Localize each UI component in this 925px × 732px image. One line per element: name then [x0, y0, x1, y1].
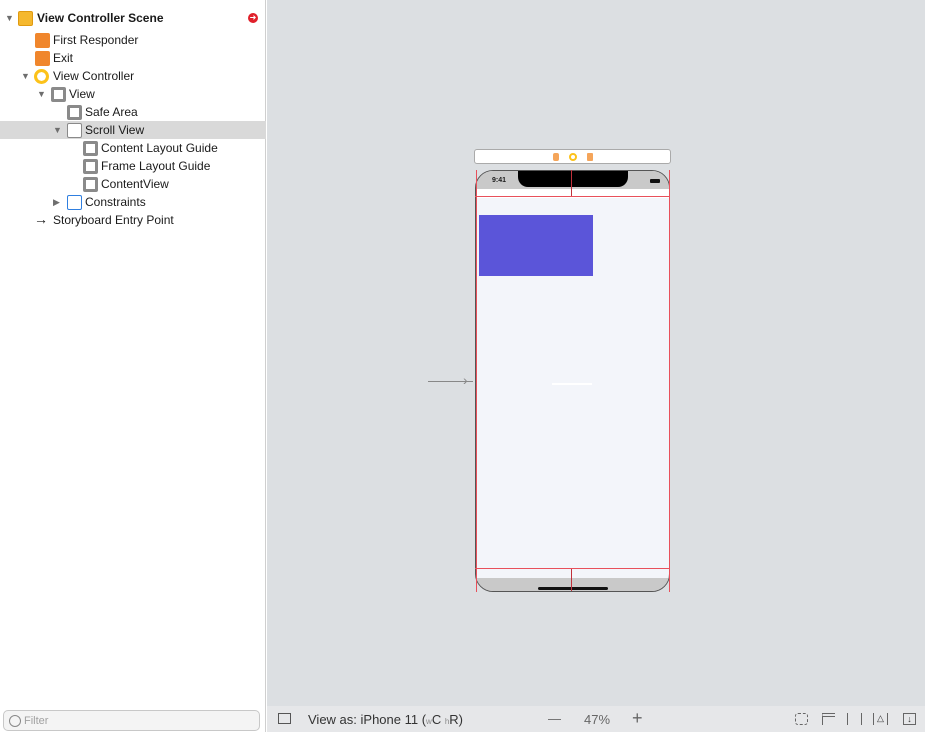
filter-placeholder: Filter: [24, 714, 49, 727]
toggle-outline-icon[interactable]: [278, 713, 291, 724]
item-label: View: [69, 87, 95, 101]
scene-label: View Controller Scene: [37, 11, 164, 25]
document-outline: ▼ View Controller Scene ➜ First Responde…: [0, 0, 266, 732]
layout-guide-icon: [83, 140, 98, 156]
outline-item-view[interactable]: ▼ View: [0, 85, 266, 103]
constraint-leading[interactable]: [476, 170, 477, 592]
outline-item-first-responder[interactable]: First Responder: [0, 31, 266, 49]
disclosure-triangle-icon[interactable]: ▼: [37, 89, 46, 99]
view-as-label: View as: iPhone 11 (: [308, 712, 427, 727]
constraints-icon: [67, 194, 82, 210]
first-responder-icon: [35, 32, 50, 48]
exit-icon: [35, 50, 50, 66]
outline-item-safe-area[interactable]: Safe Area: [0, 103, 266, 121]
embed-in-icon[interactable]: ↓: [903, 713, 916, 725]
zoom-level: 47%: [584, 712, 611, 727]
item-label: First Responder: [53, 33, 139, 47]
view-icon: [51, 86, 66, 102]
item-label: Scroll View: [85, 123, 145, 137]
align-icon[interactable]: [822, 713, 835, 725]
iphone-frame[interactable]: 9:41: [475, 170, 670, 592]
scene-dock[interactable]: [474, 149, 671, 164]
outline-item-view-controller[interactable]: ▼ View Controller: [0, 67, 266, 85]
item-label: ContentView: [101, 177, 169, 191]
wc-label: C: [431, 712, 442, 727]
constraint-trailing[interactable]: [669, 170, 670, 592]
constraint-bottom[interactable]: [571, 569, 572, 591]
arrow-head-icon: ›: [463, 372, 468, 388]
filter-icon: [9, 715, 21, 727]
content-view[interactable]: [479, 215, 593, 276]
outline-item-exit[interactable]: Exit: [0, 49, 266, 67]
first-responder-icon[interactable]: [553, 153, 559, 161]
status-time: 9:41: [492, 177, 507, 184]
scroll-view-icon: [67, 122, 82, 138]
home-indicator: [538, 587, 608, 590]
outline-item-content-layout-guide[interactable]: Content Layout Guide: [0, 139, 266, 157]
disclosure-triangle-icon[interactable]: ▶: [53, 197, 60, 208]
layout-guide-icon: [83, 158, 98, 174]
hr-label: R): [449, 712, 464, 727]
outline-item-frame-layout-guide[interactable]: Frame Layout Guide: [0, 157, 266, 175]
constraint-top[interactable]: [571, 170, 572, 196]
view-icon: [83, 176, 98, 192]
canvas-bottom-bar: View as: iPhone 11 (wC hR) — 47% + △ ↓: [267, 706, 925, 732]
outline-item-contentview[interactable]: ContentView: [0, 175, 266, 193]
outline-item-scroll-view[interactable]: ▼ Scroll View: [0, 121, 266, 139]
storyboard-canvas[interactable]: › 9:41: [267, 0, 925, 706]
outline-item-constraints[interactable]: ▶ Constraints: [0, 193, 266, 211]
filter-input[interactable]: Filter: [3, 710, 260, 731]
outline-item-storyboard-entry-point[interactable]: → Storyboard Entry Point: [0, 211, 266, 229]
layout-guide-icon: [67, 104, 82, 120]
view-controller-icon[interactable]: [569, 153, 577, 161]
disclosure-triangle-icon[interactable]: ▼: [5, 13, 14, 23]
add-constraints-icon[interactable]: [847, 713, 862, 725]
outline-scene[interactable]: ▼ View Controller Scene ➜: [0, 9, 266, 27]
item-label: Exit: [53, 51, 74, 65]
arrow-right-icon: →: [34, 211, 48, 227]
safe-area-top-line: [475, 196, 670, 197]
safe-area-bottom-line: [475, 568, 670, 569]
update-frames-icon[interactable]: [795, 713, 808, 725]
item-label: Content Layout Guide: [101, 141, 218, 155]
zoom-out-button[interactable]: —: [548, 711, 561, 726]
item-label: View Controller: [53, 69, 135, 83]
error-arrow-icon[interactable]: ➜: [248, 13, 258, 23]
disclosure-triangle-icon[interactable]: ▼: [21, 71, 30, 81]
disclosure-triangle-icon[interactable]: ▼: [53, 125, 62, 135]
zoom-in-button[interactable]: +: [632, 708, 643, 729]
view-controller-icon: [34, 68, 49, 84]
item-label: Storyboard Entry Point: [53, 213, 174, 227]
resolve-issues-icon[interactable]: △: [873, 713, 888, 725]
item-label: Safe Area: [85, 105, 138, 119]
item-label: Frame Layout Guide: [101, 159, 211, 173]
exit-icon[interactable]: [587, 153, 593, 161]
view-as-button[interactable]: View as: iPhone 11 (wC hR): [308, 712, 463, 727]
notch: [518, 171, 628, 187]
scroll-indicator: [552, 383, 592, 385]
scene-icon: [18, 10, 33, 26]
item-label: Constraints: [85, 195, 146, 209]
battery-icon: [650, 179, 660, 183]
